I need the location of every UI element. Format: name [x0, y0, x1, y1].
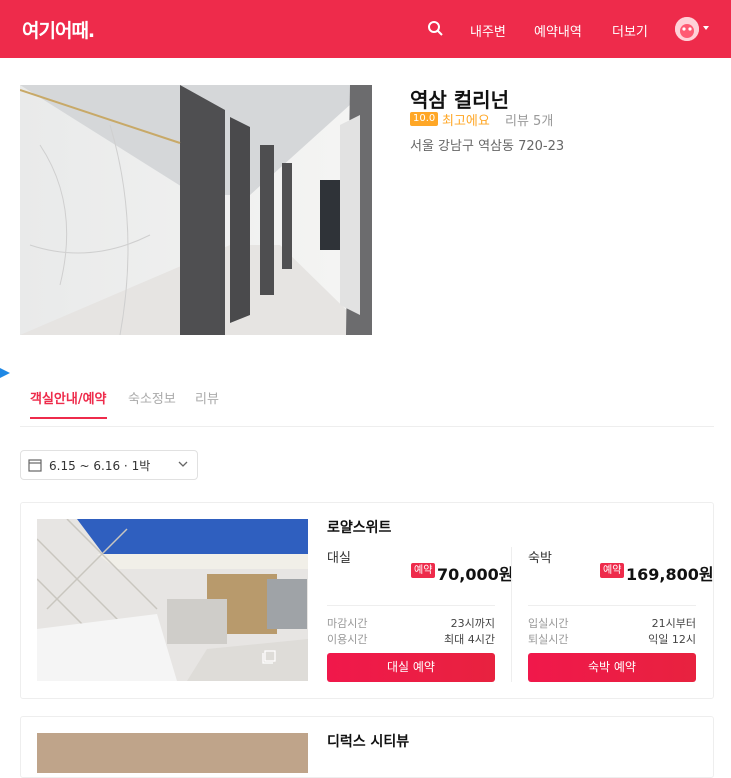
nav-more[interactable]: 더보기: [612, 21, 648, 40]
avatar[interactable]: [675, 17, 699, 41]
rent-price: 70,000원: [437, 565, 514, 584]
room-photo[interactable]: [37, 733, 308, 773]
stay-book-button[interactable]: 숙박 예약: [528, 653, 696, 682]
room-name: 로얄스위트: [327, 520, 392, 536]
stay-info-value-1: 21시부터: [651, 617, 696, 630]
room-name: 디럭스 시티뷰: [327, 734, 410, 750]
rent-book-button[interactable]: 대실 예약: [327, 653, 495, 682]
stay-price: 169,800원: [626, 565, 714, 584]
score-text: 최고에요: [442, 114, 490, 129]
top-bar: 여기어때. 내주변 예약내역 더보기: [0, 0, 731, 58]
pointer-arrow-icon: [0, 368, 10, 378]
tab-rooms[interactable]: 객실안내/예약: [30, 388, 107, 419]
rent-info-value-1: 23시까지: [450, 617, 495, 630]
tab-bar: 객실안내/예약 숙소정보 리뷰: [20, 388, 714, 427]
stay-label: 숙박: [528, 551, 552, 566]
rent-info-value-2: 최대 4시간: [444, 633, 495, 646]
column-separator: [511, 547, 512, 682]
avatar-face-icon: [675, 17, 699, 41]
divider: [528, 605, 696, 606]
rent-label: 대실: [327, 551, 351, 566]
divider: [327, 605, 495, 606]
room-card: 디럭스 시티뷰: [20, 716, 714, 778]
stay-badge: 예약: [600, 563, 625, 578]
room-card: 로얄스위트 대실 예약 70,000원 마감시간 23시까지 이용시간 최대 4…: [20, 502, 714, 699]
rent-badge: 예약: [411, 563, 436, 578]
calendar-icon: [28, 459, 42, 472]
stay-info-value-2: 익일 12시: [648, 633, 696, 646]
hotel-name: 역삼 컬리넌: [410, 88, 509, 112]
stay-info-label-1: 입실시간: [528, 617, 569, 630]
tab-info[interactable]: 숙소정보: [128, 388, 176, 417]
logo[interactable]: 여기어때.: [22, 16, 95, 43]
rent-info-label-1: 마감시간: [327, 617, 368, 630]
tab-reviews[interactable]: 리뷰: [195, 388, 219, 417]
stay-info-label-2: 퇴실시간: [528, 633, 569, 646]
gallery-icon[interactable]: [262, 650, 276, 664]
review-count[interactable]: 리뷰 5개: [505, 110, 553, 129]
hotel-address: 서울 강남구 역삼동 720-23: [410, 139, 565, 154]
date-range: 6.15 ~ 6.16 · 1박: [49, 459, 151, 473]
search-icon[interactable]: [425, 18, 447, 40]
score-badge: 10.0: [410, 112, 439, 126]
rent-info-label-2: 이용시간: [327, 633, 368, 646]
nav-reservations[interactable]: 예약내역: [534, 21, 582, 40]
hotel-photo[interactable]: [20, 85, 372, 335]
date-picker[interactable]: 6.15 ~ 6.16 · 1박: [20, 450, 198, 480]
avatar-caret-icon[interactable]: [703, 26, 709, 30]
chevron-down-icon: [178, 461, 188, 467]
nav-nearby[interactable]: 내주변: [470, 21, 506, 40]
